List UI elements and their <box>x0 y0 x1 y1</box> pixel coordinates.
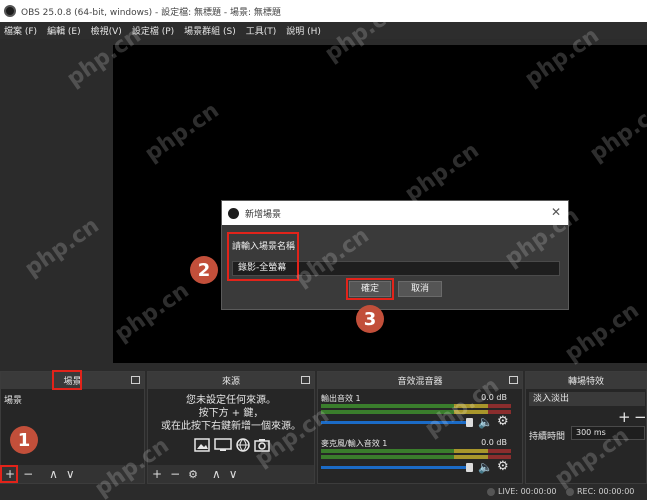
live-status: LIVE: 00:00:00 <box>487 487 557 496</box>
image-icon <box>194 438 210 452</box>
undock-icon[interactable] <box>131 376 140 384</box>
display-icon <box>214 438 232 451</box>
menu-edit[interactable]: 編輯 (E) <box>47 24 81 37</box>
scenes-toolbar: + − ∧ ∨ <box>1 465 144 483</box>
menu-view[interactable]: 檢視(V) <box>91 24 122 37</box>
live-indicator-icon <box>487 487 495 496</box>
speaker-icon[interactable]: 🔈 <box>478 460 493 474</box>
add-transition-icon[interactable]: + <box>618 408 631 426</box>
sources-list[interactable]: 您未設定任何來源。 按下方 + 鍵， 或在此按下右鍵新增一個來源。 <box>148 389 314 465</box>
globe-icon <box>236 438 250 452</box>
volume-slider[interactable] <box>321 466 469 469</box>
scenes-title-highlight <box>52 370 82 390</box>
mixer-body: 輸出音效 1 0.0 dB 🔈 ⚙ 麥克風/輸入音效 1 0.0 dB 🔈 ⚙ <box>318 389 522 483</box>
gear-icon[interactable]: ⚙ <box>497 459 509 474</box>
add-source-icon[interactable]: + <box>152 467 162 481</box>
undock-icon[interactable] <box>509 376 518 384</box>
transitions-dock-title: 轉場特效 <box>567 377 604 387</box>
menu-profile[interactable]: 設定檔 (P) <box>132 24 174 37</box>
camera-icon <box>254 439 270 452</box>
step-badge-1: 1 <box>10 426 38 454</box>
sources-toolbar: + − ⚙ ∧ ∨ <box>148 465 314 483</box>
move-up-icon[interactable]: ∧ <box>212 467 221 481</box>
transitions-body: 淡入淡出 + − 持續時間 300 ms <box>526 389 647 483</box>
remove-source-icon[interactable]: − <box>170 467 180 481</box>
remove-scene-icon[interactable]: − <box>23 467 33 481</box>
menu-bar: 檔案 (F) 編輯 (E) 檢視(V) 設定檔 (P) 場景群組 (S) 工具(… <box>0 22 647 39</box>
move-down-icon[interactable]: ∨ <box>229 467 238 481</box>
volume-slider-knob[interactable] <box>466 463 473 472</box>
status-bar: LIVE: 00:00:00 REC: 00:00:00 <box>0 484 647 500</box>
dialog-titlebar: 新增場景 ✕ <box>222 201 568 225</box>
rec-status: REC: 00:00:00 <box>566 487 634 496</box>
no-sources-hint-1: 您未設定任何來源。 <box>186 395 276 406</box>
menu-file[interactable]: 檔案 (F) <box>4 24 37 37</box>
live-time: LIVE: 00:00:00 <box>498 487 557 496</box>
undock-icon[interactable] <box>301 376 310 384</box>
mixer-channel-desktop: 輸出音效 1 0.0 dB 🔈 ⚙ <box>321 393 519 429</box>
speaker-icon[interactable]: 🔈 <box>478 415 493 429</box>
cancel-button[interactable]: 取消 <box>398 281 442 297</box>
channel-db: 0.0 dB <box>481 438 507 447</box>
mixer-channel-mic: 麥克風/輸入音效 1 0.0 dB 🔈 ⚙ <box>321 438 519 474</box>
step-badge-2: 2 <box>190 256 218 284</box>
volume-meter <box>321 455 511 459</box>
duration-label: 持續時間 <box>529 432 566 442</box>
move-down-icon[interactable]: ∨ <box>66 467 75 481</box>
gear-icon[interactable]: ⚙ <box>497 414 509 429</box>
obs-logo-icon <box>228 207 239 219</box>
channel-db: 0.0 dB <box>481 393 507 402</box>
menu-tools[interactable]: 工具(T) <box>246 24 277 37</box>
source-type-icons <box>194 438 270 452</box>
transition-select[interactable]: 淡入淡出 <box>529 392 645 406</box>
sources-dock-header: 來源 <box>148 372 314 389</box>
volume-slider-knob[interactable] <box>466 418 473 427</box>
scene-name-highlight <box>227 232 299 281</box>
close-icon[interactable]: ✕ <box>551 205 561 219</box>
scene-item[interactable]: 場景 <box>1 389 144 410</box>
volume-meter <box>321 404 511 408</box>
ok-button-highlight <box>346 278 394 300</box>
rec-time: REC: 00:00:00 <box>577 487 635 496</box>
obs-logo-icon <box>4 5 16 17</box>
volume-meter <box>321 410 511 414</box>
volume-meter <box>321 449 511 453</box>
sources-dock-title: 來源 <box>221 377 240 387</box>
window-titlebar: OBS 25.0.8 (64-bit, windows) - 設定檔: 無標題 … <box>0 0 647 22</box>
menu-help[interactable]: 說明 (H) <box>286 24 321 37</box>
add-button-highlight <box>0 465 18 483</box>
channel-name: 麥克風/輸入音效 1 <box>321 439 388 448</box>
gear-icon[interactable]: ⚙ <box>188 468 198 481</box>
volume-slider[interactable] <box>321 421 469 424</box>
audio-mixer-dock: 音效混音器 輸出音效 1 0.0 dB 🔈 ⚙ 麥克風/輸入音效 1 0.0 d… <box>317 371 523 484</box>
mixer-dock-header: 音效混音器 <box>318 372 522 389</box>
dialog-title: 新增場景 <box>245 209 282 220</box>
menu-scene-collection[interactable]: 場景群組 (S) <box>184 24 236 37</box>
move-up-icon[interactable]: ∧ <box>49 467 58 481</box>
step-badge-3: 3 <box>356 305 384 333</box>
sources-dock: 來源 您未設定任何來源。 按下方 + 鍵， 或在此按下右鍵新增一個來源。 + −… <box>147 371 315 484</box>
transitions-dock: 轉場特效 淡入淡出 + − 持續時間 300 ms <box>525 371 647 484</box>
window-title: OBS 25.0.8 (64-bit, windows) - 設定檔: 無標題 … <box>21 7 281 18</box>
remove-transition-icon[interactable]: − <box>634 408 647 426</box>
no-sources-hint-3: 或在此按下右鍵新增一個來源。 <box>161 421 301 432</box>
mixer-dock-title: 音效混音器 <box>397 377 443 387</box>
no-sources-hint-2: 按下方 + 鍵， <box>198 408 264 419</box>
duration-input[interactable]: 300 ms <box>571 426 645 440</box>
transitions-dock-header: 轉場特效 <box>526 372 646 389</box>
channel-name: 輸出音效 1 <box>321 394 361 403</box>
rec-indicator-icon <box>566 487 574 496</box>
